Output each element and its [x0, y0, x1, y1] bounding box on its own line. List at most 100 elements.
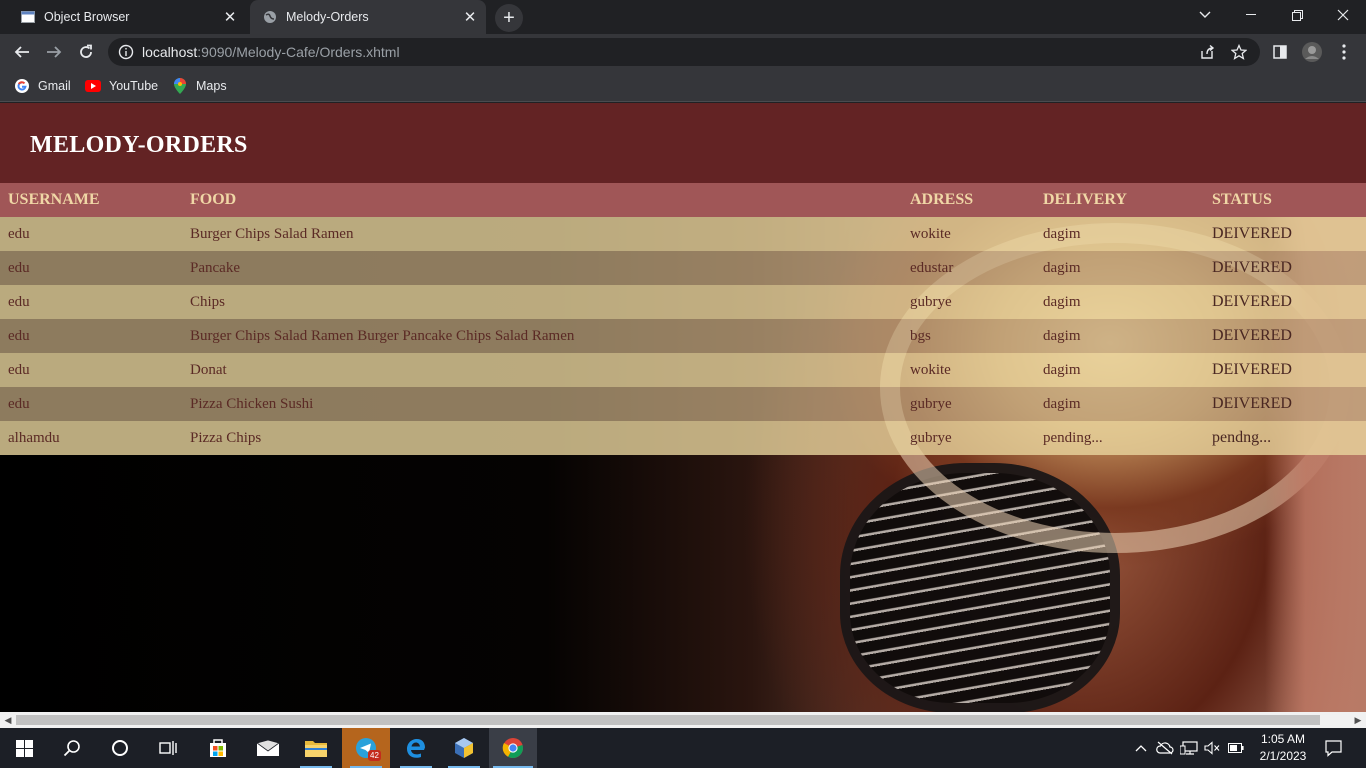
cortana-icon[interactable]	[96, 728, 144, 768]
page-title: MELODY-ORDERS	[30, 132, 248, 158]
taskbar-clock[interactable]: 1:05 AM 2/1/2023	[1246, 731, 1320, 765]
bookmarks-bar: Gmail YouTube Maps	[0, 70, 1366, 102]
cell-username: edu	[0, 319, 182, 353]
cell-food: Donat	[182, 353, 902, 387]
new-tab-button[interactable]: +	[495, 4, 523, 32]
chrome-icon[interactable]	[489, 728, 537, 768]
tab-melody-orders[interactable]: Melody-Orders ✕	[250, 0, 486, 34]
bookmark-star-icon[interactable]	[1230, 43, 1248, 61]
table-row: edu Burger Chips Salad Ramen wokite dagi…	[0, 217, 1366, 251]
bookmark-gmail[interactable]: Gmail	[14, 76, 71, 96]
scroll-right-icon[interactable]: ▶	[1350, 712, 1366, 728]
cell-status: DEIVERED	[1204, 353, 1366, 387]
cell-food: Pancake	[182, 251, 902, 285]
table-row: edu Burger Chips Salad Ramen Burger Panc…	[0, 319, 1366, 353]
window-icon	[20, 9, 36, 25]
cell-status: DEIVERED	[1204, 319, 1366, 353]
menu-dots-icon[interactable]	[1330, 38, 1358, 66]
cell-delivery: pending...	[1035, 421, 1204, 455]
tab-title: Melody-Orders	[286, 10, 369, 24]
browser-titlebar: Object Browser ✕ Melody-Orders ✕ +	[0, 0, 1366, 34]
task-view-icon[interactable]	[144, 728, 192, 768]
youtube-icon	[85, 78, 101, 94]
edge-icon[interactable]	[392, 728, 440, 768]
google-icon	[14, 78, 30, 94]
cell-delivery: dagim	[1035, 387, 1204, 421]
microsoft-store-icon[interactable]	[194, 728, 242, 768]
forward-icon[interactable]	[40, 38, 68, 66]
cell-username: edu	[0, 353, 182, 387]
table-row: edu Chips gubrye dagim DEIVERED	[0, 285, 1366, 319]
volume-muted-icon[interactable]	[1202, 728, 1222, 768]
cell-status: DEIVERED	[1204, 251, 1366, 285]
table-row: edu Pancake edustar dagim DEIVERED	[0, 251, 1366, 285]
table-row: edu Donat wokite dagim DEIVERED	[0, 353, 1366, 387]
cell-username: edu	[0, 217, 182, 251]
cell-status: DEIVERED	[1204, 387, 1366, 421]
share-icon[interactable]	[1198, 43, 1216, 61]
page-content: MELODY-ORDERS USERNAME FOOD ADRESS DELIV…	[0, 103, 1366, 712]
tab-search-icon[interactable]	[1182, 0, 1228, 30]
search-icon[interactable]	[48, 728, 96, 768]
cell-status: pendng...	[1204, 421, 1366, 455]
page-header: MELODY-ORDERS	[0, 103, 1366, 183]
cell-address: gubrye	[902, 387, 1035, 421]
cell-address: wokite	[902, 353, 1035, 387]
windows-taskbar: 42 1:05 AM 2/1/2023	[0, 728, 1366, 768]
cell-food: Pizza Chicken Sushi	[182, 387, 902, 421]
cell-address: gubrye	[902, 421, 1035, 455]
side-panel-icon[interactable]	[1266, 38, 1294, 66]
mail-icon[interactable]	[244, 728, 292, 768]
bookmark-label: Maps	[196, 79, 227, 93]
cell-delivery: dagim	[1035, 217, 1204, 251]
restore-icon[interactable]	[1274, 0, 1320, 30]
scrollbar-thumb[interactable]	[16, 715, 1320, 725]
notifications-icon[interactable]	[1318, 728, 1348, 768]
cell-address: wokite	[902, 217, 1035, 251]
table-row: alhamdu Pizza Chips gubrye pending... pe…	[0, 421, 1366, 455]
info-icon[interactable]	[118, 44, 134, 60]
clock-date: 2/1/2023	[1259, 749, 1307, 763]
chevron-up-icon[interactable]	[1132, 728, 1150, 768]
cell-delivery: dagim	[1035, 319, 1204, 353]
cell-food: Burger Chips Salad Ramen Burger Pancake …	[182, 319, 902, 353]
bookmark-maps[interactable]: Maps	[172, 76, 227, 96]
cell-delivery: dagim	[1035, 353, 1204, 387]
bookmark-youtube[interactable]: YouTube	[85, 76, 158, 96]
tab-object-browser[interactable]: Object Browser ✕	[8, 0, 246, 34]
table-header-row: USERNAME FOOD ADRESS DELIVERY STATUS	[0, 183, 1366, 217]
horizontal-scrollbar[interactable]: ◀ ▶	[0, 712, 1366, 728]
cell-delivery: dagim	[1035, 251, 1204, 285]
column-header-username: USERNAME	[0, 183, 182, 217]
cell-status: DEIVERED	[1204, 285, 1366, 319]
battery-icon[interactable]	[1225, 728, 1247, 768]
back-icon[interactable]	[8, 38, 36, 66]
clock-time: 1:05 AM	[1260, 732, 1306, 746]
column-header-status: STATUS	[1204, 183, 1366, 217]
close-icon[interactable]: ✕	[220, 7, 240, 27]
cell-status: DEIVERED	[1204, 217, 1366, 251]
cell-delivery: dagim	[1035, 285, 1204, 319]
cell-username: edu	[0, 387, 182, 421]
minimize-icon[interactable]	[1228, 0, 1274, 30]
cell-address: edustar	[902, 251, 1035, 285]
cell-food: Burger Chips Salad Ramen	[182, 217, 902, 251]
telegram-icon[interactable]: 42	[342, 728, 390, 768]
network-icon[interactable]	[1178, 728, 1200, 768]
scroll-left-icon[interactable]: ◀	[0, 712, 16, 728]
avatar[interactable]	[1298, 38, 1326, 66]
virtualbox-icon[interactable]	[440, 728, 488, 768]
notification-badge: 42	[368, 750, 381, 761]
cloud-offline-icon[interactable]	[1154, 728, 1176, 768]
close-icon[interactable]: ✕	[460, 7, 480, 27]
cell-username: edu	[0, 285, 182, 319]
windows-start-icon[interactable]	[0, 728, 48, 768]
table-row: edu Pizza Chicken Sushi gubrye dagim DEI…	[0, 387, 1366, 421]
column-header-food: FOOD	[182, 183, 902, 217]
file-explorer-icon[interactable]	[292, 728, 340, 768]
address-bar[interactable]: localhost:9090/Melody-Cafe/Orders.xhtml	[108, 38, 1260, 66]
reload-icon[interactable]	[72, 38, 100, 66]
close-window-icon[interactable]	[1320, 0, 1366, 30]
cell-username: alhamdu	[0, 421, 182, 455]
cell-address: bgs	[902, 319, 1035, 353]
